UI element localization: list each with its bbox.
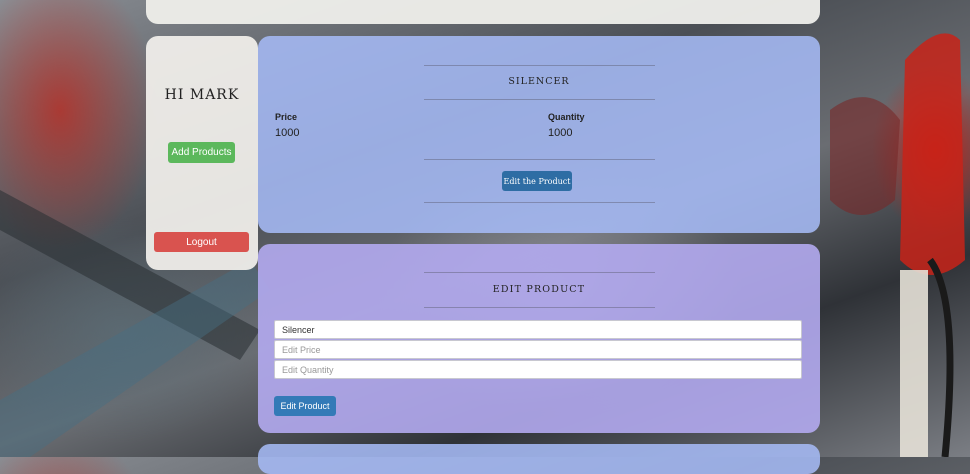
price-value: 1000 (275, 127, 300, 139)
edit-product-panel: EDIT PRODUCT Edit Product (258, 244, 820, 433)
divider (424, 307, 655, 308)
greeting-text: HI MARK (164, 87, 240, 103)
edit-quantity-input[interactable] (274, 360, 802, 379)
user-sidebar: HI MARK Add Products Logout (146, 36, 258, 270)
edit-the-product-button[interactable]: Edit the Product (502, 171, 572, 191)
divider (424, 99, 655, 100)
edit-product-button[interactable]: Edit Product (274, 396, 336, 416)
edit-price-input[interactable] (274, 340, 802, 359)
logout-button[interactable]: Logout (154, 232, 249, 252)
edit-product-title: EDIT PRODUCT (492, 284, 586, 295)
quantity-value: 1000 (548, 127, 573, 139)
header-card (146, 0, 820, 24)
divider (424, 65, 655, 66)
divider (424, 159, 655, 160)
divider (424, 272, 655, 273)
quantity-label: Quantity (548, 112, 585, 122)
add-products-button[interactable]: Add Products (168, 142, 235, 163)
next-product-card (258, 444, 820, 474)
product-card: SILENCER Price 1000 Quantity 1000 Edit t… (258, 36, 820, 233)
price-label: Price (275, 112, 298, 122)
product-name-input[interactable] (274, 320, 802, 339)
product-title: SILENCER (508, 76, 570, 87)
divider (424, 202, 655, 203)
